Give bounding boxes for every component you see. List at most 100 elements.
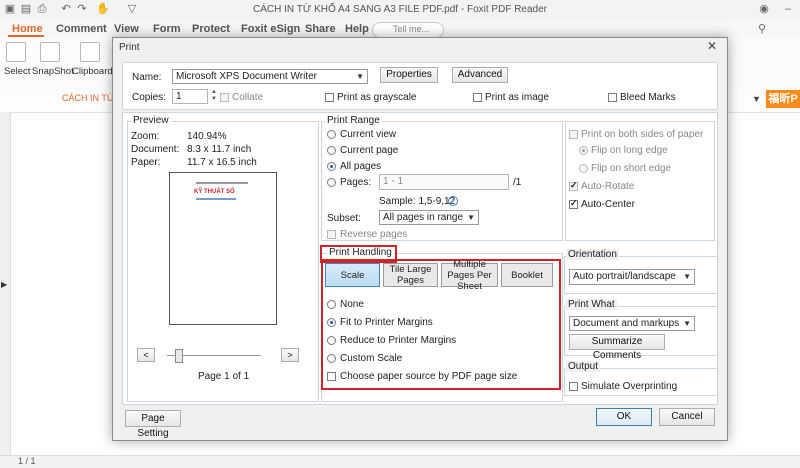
pages-sample: Sample: 1,5-9,12 <box>379 196 456 207</box>
menu-help[interactable]: Help <box>345 23 369 35</box>
status-page-number[interactable]: 1 / 1 <box>18 456 36 466</box>
all-pages-label: All pages <box>340 161 382 172</box>
pages-input[interactable]: 1 - 1 <box>379 174 509 190</box>
copies-label: Copies: <box>132 92 166 103</box>
pages-radio[interactable] <box>327 178 336 187</box>
chevron-down-icon: ▼ <box>356 72 364 81</box>
page-setting-button[interactable]: Page Setting <box>125 410 181 439</box>
zoom-label: Zoom: <box>131 131 160 142</box>
page-counter: Page 1 of 1 <box>198 371 250 382</box>
select-label: Select <box>4 66 31 77</box>
menu-comment[interactable]: Comment <box>56 23 107 35</box>
print-range-title: Print Range <box>325 115 382 126</box>
grayscale-label: Print as grayscale <box>337 92 417 103</box>
current-page-label: Current page <box>340 145 399 156</box>
short-edge-radio[interactable] <box>579 164 588 173</box>
preview-title: Preview <box>131 115 171 126</box>
print-dialog: Print ✕ Name: Microsoft XPS Document Wri… <box>112 37 728 441</box>
auto-rotate-checkbox[interactable] <box>569 180 578 191</box>
next-page-button[interactable]: > <box>281 348 299 362</box>
status-bar: 1 / 1 <box>0 455 800 468</box>
print-what-select[interactable]: Document and markups ▼ <box>569 316 695 331</box>
orientation-value: Auto portrait/landscape <box>573 271 676 282</box>
grayscale-checkbox[interactable] <box>325 93 334 102</box>
expand-pane-icon[interactable]: ▶ <box>1 280 7 289</box>
print-what-value: Document and markups <box>573 318 680 329</box>
summarize-comments-button[interactable]: Summarize Comments <box>569 334 665 361</box>
menu-view[interactable]: View <box>114 23 139 35</box>
print-as-image-checkbox[interactable] <box>473 93 482 102</box>
snapshot-icon <box>40 42 60 62</box>
paper-source-checkbox[interactable] <box>327 372 336 381</box>
menu-home[interactable]: Home <box>12 23 43 35</box>
tab-tile-large-pages[interactable]: Tile Large Pages <box>383 263 438 287</box>
collate-checkbox[interactable] <box>220 93 229 102</box>
info-icon[interactable]: i <box>448 196 458 206</box>
printer-name-label: Name: <box>132 72 162 83</box>
copies-spinner-icon[interactable]: ▲ ▼ <box>211 89 217 103</box>
promo-badge[interactable]: 福昕P <box>766 90 800 108</box>
copies-value: 1 <box>176 91 182 102</box>
window-title: CÁCH IN TỪ KHỔ A4 SANG A3 FILE PDF.pdf -… <box>253 4 547 15</box>
printer-select[interactable]: Microsoft XPS Document Writer ▼ <box>172 69 368 84</box>
reverse-pages-checkbox[interactable] <box>327 230 336 239</box>
tab-dropdown-icon[interactable]: ▼ <box>752 94 761 104</box>
menu-foxit-esign[interactable]: Foxit eSign <box>241 23 300 35</box>
clipboard-icon <box>80 42 100 62</box>
search-icon[interactable]: ⚲ <box>756 23 768 35</box>
clipboard-button[interactable]: Clipboard <box>72 42 113 77</box>
document-size-label: Document: <box>131 144 180 155</box>
tab-booklet[interactable]: Booklet <box>501 263 553 287</box>
subset-select[interactable]: All pages in range ▼ <box>379 210 479 225</box>
preview-heading: KỸ THUẬT SỐ <box>194 189 235 195</box>
scale-none-radio[interactable] <box>327 300 336 309</box>
menu-protect[interactable]: Protect <box>192 23 230 35</box>
collate-label: Collate <box>232 92 264 103</box>
long-edge-radio[interactable] <box>579 146 588 155</box>
document-tab[interactable]: CÁCH IN TỪ <box>62 93 115 103</box>
tell-me-search[interactable]: Tell me... <box>372 22 444 38</box>
advanced-button[interactable]: Advanced <box>452 67 508 83</box>
current-page-radio[interactable] <box>327 146 336 155</box>
printer-name-value: Microsoft XPS Document Writer <box>176 71 317 82</box>
properties-button[interactable]: Properties <box>380 67 438 83</box>
auto-center-checkbox[interactable] <box>569 198 578 209</box>
account-icon[interactable]: ◉ <box>758 3 770 15</box>
bleed-marks-checkbox[interactable] <box>608 93 617 102</box>
reduce-margins-radio[interactable] <box>327 336 336 345</box>
pages-total: /1 <box>513 177 522 188</box>
custom-scale-radio[interactable] <box>327 354 336 363</box>
cancel-button[interactable]: Cancel <box>659 408 715 426</box>
tab-scale[interactable]: Scale <box>325 263 380 287</box>
print-as-image-label: Print as image <box>485 92 549 103</box>
simulate-overprinting-label: Simulate Overprinting <box>581 381 678 392</box>
simulate-overprinting-checkbox[interactable] <box>569 382 578 391</box>
ok-button[interactable]: OK <box>596 408 652 426</box>
dialog-title: Print <box>119 42 140 53</box>
prev-page-button[interactable]: < <box>137 348 155 362</box>
page-slider-thumb[interactable] <box>175 349 183 363</box>
all-pages-radio[interactable] <box>327 162 336 171</box>
menu-share[interactable]: Share <box>305 23 336 35</box>
chevron-down-icon: ▼ <box>683 319 691 328</box>
tab-multiple-pages[interactable]: Multiple Pages Per Sheet <box>441 259 498 292</box>
orientation-title: Orientation <box>566 249 619 260</box>
both-sides-checkbox[interactable] <box>569 130 578 139</box>
fit-margins-radio[interactable] <box>327 318 336 327</box>
zoom-value: 140.94% <box>187 131 227 142</box>
navigation-pane[interactable]: ▶ <box>0 112 11 455</box>
menu-form[interactable]: Form <box>153 23 181 35</box>
select-icon <box>6 42 26 62</box>
long-edge-label: Flip on long edge <box>591 145 668 156</box>
current-view-radio[interactable] <box>327 130 336 139</box>
active-menu-indicator <box>8 35 44 37</box>
short-edge-label: Flip on short edge <box>591 163 672 174</box>
subset-value: All pages in range <box>383 212 464 223</box>
select-button[interactable]: Select <box>4 42 31 77</box>
minimize-icon[interactable]: – <box>782 3 794 15</box>
copies-input[interactable]: 1 <box>172 89 208 104</box>
print-handling-title: Print Handling <box>327 247 394 258</box>
close-icon[interactable]: ✕ <box>705 39 719 53</box>
orientation-select[interactable]: Auto portrait/landscape ▼ <box>569 269 695 285</box>
snapshot-button[interactable]: SnapShot <box>32 42 74 77</box>
